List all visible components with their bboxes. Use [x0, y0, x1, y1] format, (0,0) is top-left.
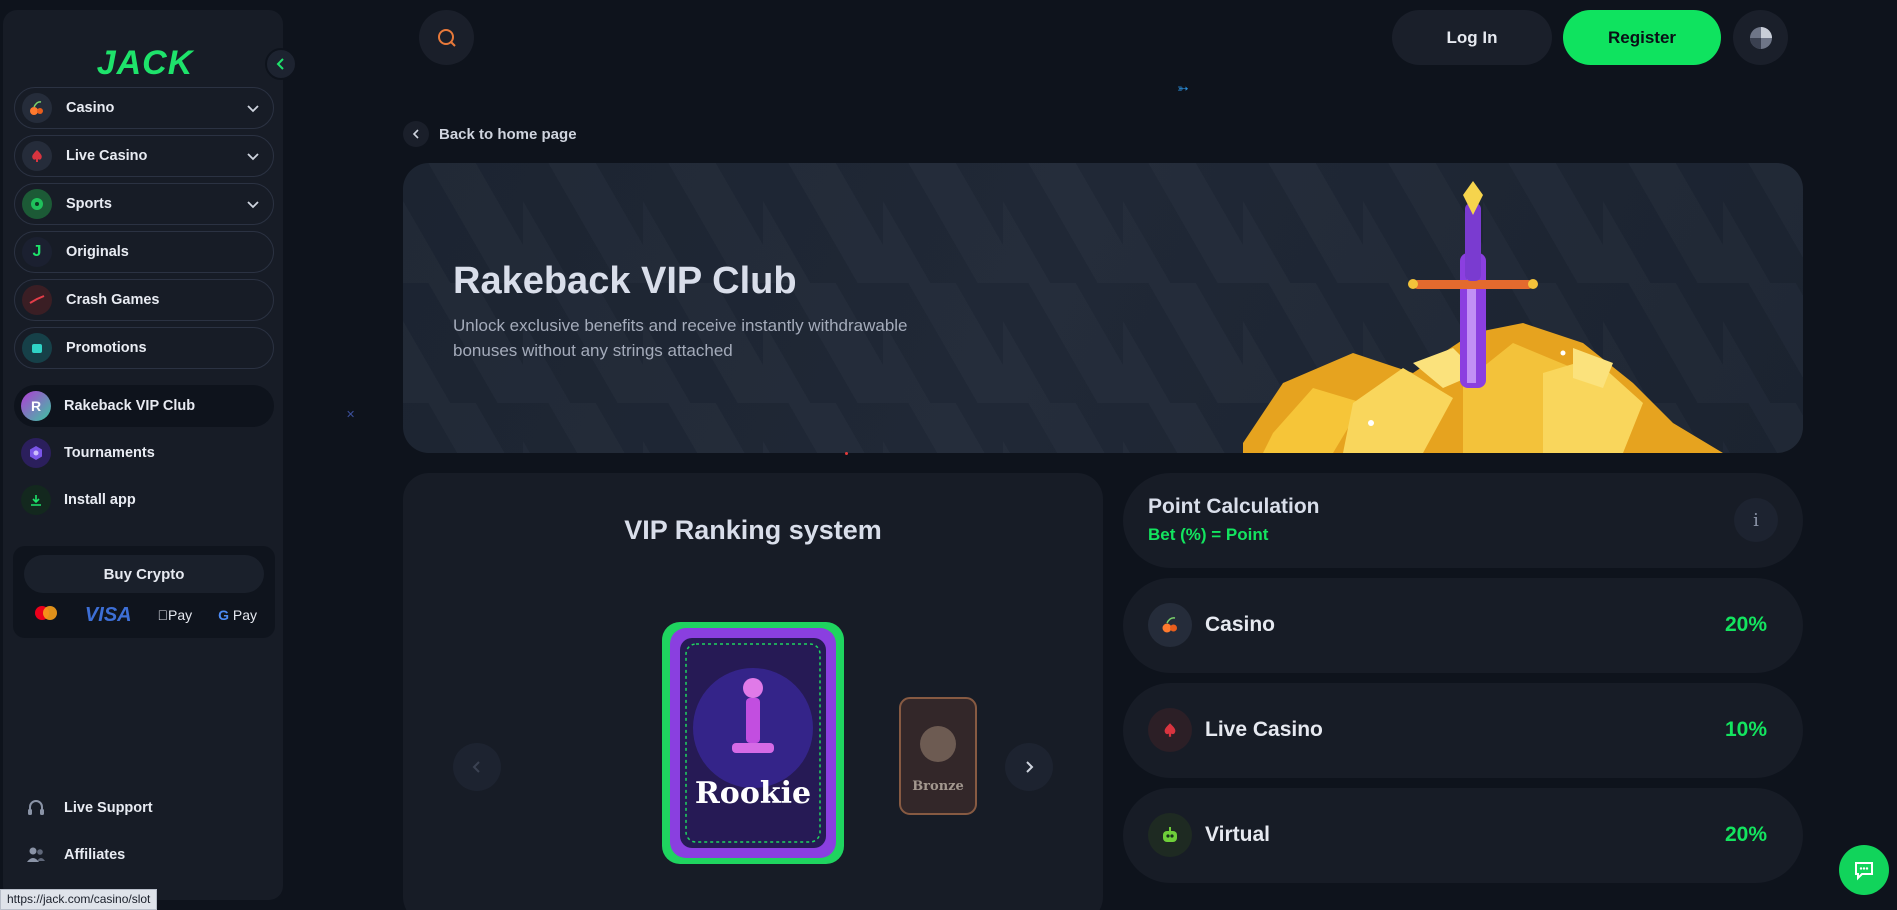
- rate-row-casino: Casino 20%: [1123, 578, 1803, 673]
- sidebar-item-label: Install app: [64, 492, 136, 508]
- rate-value: 10%: [1724, 718, 1767, 741]
- back-to-home-link[interactable]: Back to home page: [403, 121, 577, 147]
- sidebar-item-sports[interactable]: Sports: [14, 183, 274, 225]
- sidebar-item-crash-games[interactable]: Crash Games: [14, 279, 274, 321]
- buy-crypto-button[interactable]: Buy Crypto: [24, 555, 264, 593]
- users-icon: [21, 840, 51, 870]
- rate-value: 20%: [1724, 613, 1767, 636]
- sidebar-item-label: Live Casino: [66, 148, 148, 164]
- rank-card-bronze[interactable]: Bronze: [898, 696, 978, 816]
- sidebar-item-label: Tournaments: [64, 445, 155, 461]
- apple-pay-icon: Pay: [158, 607, 193, 623]
- prev-rank-button[interactable]: [453, 743, 501, 791]
- spade-icon: [1148, 708, 1192, 752]
- headset-icon: [21, 793, 51, 823]
- login-button[interactable]: Log In: [1392, 10, 1552, 65]
- clover-ball-icon: [22, 189, 52, 219]
- sidebar-item-casino[interactable]: Casino: [14, 87, 274, 129]
- sidebar-item-label: Affiliates: [64, 847, 126, 863]
- sidebar-item-label: Rakeback VIP Club: [64, 398, 196, 414]
- chevron-left-icon: [472, 761, 480, 773]
- rate-label: Live Casino: [1205, 718, 1323, 741]
- rate-value: 20%: [1724, 823, 1767, 846]
- rank-card-label: Bronze: [912, 779, 964, 794]
- back-link-label: Back to home page: [439, 125, 577, 143]
- sidebar-item-affiliates[interactable]: Affiliates: [14, 834, 274, 876]
- buy-crypto-panel: Buy Crypto VISA Pay G Pay: [13, 546, 275, 638]
- globe-icon: [1749, 26, 1772, 49]
- search-icon: [437, 28, 456, 47]
- next-rank-button[interactable]: [1005, 743, 1053, 791]
- sidebar-item-live-support[interactable]: Live Support: [14, 787, 274, 829]
- chevron-down-icon: [247, 105, 259, 113]
- sidebar-item-originals[interactable]: J Originals: [14, 231, 274, 273]
- rate-row-live-casino: Live Casino 10%: [1123, 683, 1803, 778]
- sidebar-item-label: Crash Games: [66, 292, 160, 308]
- point-formula: Bet (%) = Point: [1148, 525, 1269, 544]
- chevron-left-icon: [276, 58, 284, 70]
- sidebar-item-label: Live Support: [64, 800, 153, 816]
- rank-card-rookie[interactable]: Rookie: [658, 618, 848, 868]
- page-subtitle: Unlock exclusive benefits and receive in…: [453, 316, 908, 360]
- page-title: Rakeback VIP Club: [453, 260, 797, 302]
- sidebar-item-rakeback-vip-club[interactable]: R Rakeback VIP Club: [14, 385, 274, 427]
- search-button[interactable]: [419, 10, 474, 65]
- indicator-dot: [845, 452, 848, 455]
- rate-row-virtual: Virtual 20%: [1123, 788, 1803, 883]
- info-icon[interactable]: i: [1734, 498, 1778, 542]
- chevron-down-icon: [247, 201, 259, 209]
- visa-icon: VISA: [84, 603, 132, 626]
- robot-icon: [1148, 813, 1192, 857]
- hero-banner: Rakeback VIP Club Unlock exclusive benef…: [403, 163, 1803, 453]
- cherry-icon: [1148, 603, 1192, 647]
- chat-button[interactable]: [1839, 845, 1889, 895]
- collapse-sidebar-button[interactable]: [265, 48, 297, 80]
- rank-card-label: Rookie: [695, 776, 811, 811]
- rate-label: Casino: [1205, 613, 1276, 636]
- chat-icon: [1855, 862, 1873, 881]
- chevron-right-icon: [1026, 761, 1034, 773]
- download-icon: [21, 485, 51, 515]
- gift-icon: [22, 333, 52, 363]
- sidebar-item-tournaments[interactable]: Tournaments: [14, 432, 274, 474]
- register-button[interactable]: Register: [1563, 10, 1721, 65]
- vip-ranking-title: VIP Ranking system: [624, 515, 882, 545]
- spade-icon: [22, 141, 52, 171]
- rocket-icon: [22, 285, 52, 315]
- mastercard-icon: [33, 605, 59, 626]
- sidebar-item-promotions[interactable]: Promotions: [14, 327, 274, 369]
- rate-label: Virtual: [1205, 823, 1270, 846]
- sidebar-item-live-casino[interactable]: Live Casino: [14, 135, 274, 177]
- chevron-down-icon: [247, 153, 259, 161]
- point-calculation-card: Point Calculation Bet (%) = Point i: [1123, 473, 1803, 568]
- trophy-hex-icon: [21, 438, 51, 468]
- point-calculation-title: Point Calculation: [1148, 495, 1320, 518]
- sidebar-item-label: Originals: [66, 244, 129, 260]
- sidebar-item-install-app[interactable]: Install app: [14, 479, 274, 521]
- sidebar: JACK Casino Live Casino Sports J Origina…: [3, 10, 297, 900]
- payment-methods: VISA Pay G Pay: [27, 603, 263, 627]
- j-logo-icon: J: [22, 237, 52, 267]
- loading-spinner-icon: ➳: [1177, 80, 1189, 96]
- google-pay-icon: G Pay: [218, 607, 257, 623]
- sword-in-gold-illustration: [1243, 181, 1723, 453]
- sidebar-item-label: Promotions: [66, 340, 147, 356]
- close-icon[interactable]: ✕: [346, 408, 355, 421]
- status-bar-url: https://jack.com/casino/slot: [0, 889, 158, 910]
- cherry-icon: [22, 93, 52, 123]
- brand-logo[interactable]: JACK: [90, 38, 200, 88]
- sidebar-item-label: Casino: [66, 100, 115, 116]
- vip-ranking-panel: VIP Ranking system Rookie Bronze: [403, 473, 1103, 910]
- sidebar-item-label: Sports: [66, 196, 112, 212]
- chevron-left-icon: [403, 121, 429, 147]
- vip-badge-icon: R: [21, 391, 51, 421]
- language-selector[interactable]: [1733, 10, 1788, 65]
